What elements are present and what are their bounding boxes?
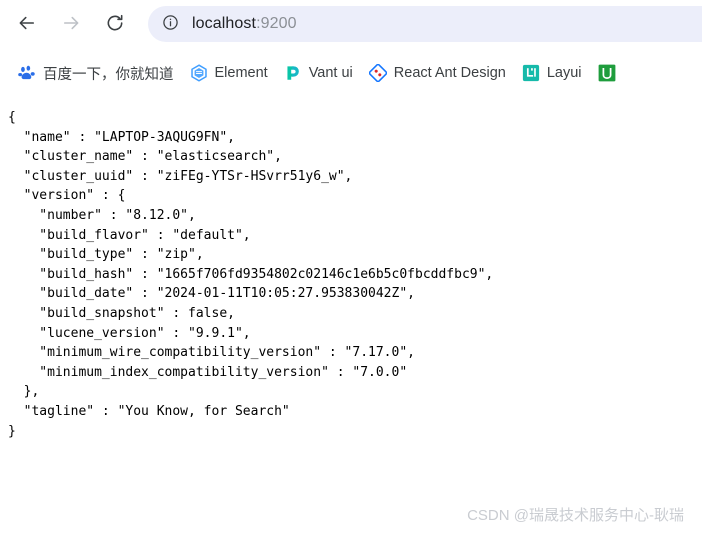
back-button[interactable] [12,8,42,38]
url-host: localhost [192,15,257,32]
bookmark-label: React Ant Design [393,65,506,81]
bookmark-green-site[interactable] [590,58,624,88]
vant-icon [284,64,302,82]
browser-toolbar: localhost:9200 [0,0,702,46]
bookmark-label: Layui [546,65,582,81]
bookmark-element[interactable]: Element [182,58,276,88]
forward-arrow-icon [61,13,81,33]
bookmarks-bar: 百度一下，你就知道 Element Vant ui React Ant Desi… [0,52,702,94]
bookmark-react-ant-design[interactable]: React Ant Design [361,58,514,88]
url-port: :9200 [256,15,297,32]
element-hexagon-icon [190,64,208,82]
back-arrow-icon [17,13,37,33]
green-square-icon [598,64,616,82]
csdn-watermark: CSDN @瑞晟技术服务中心-耿瑞 [467,507,684,524]
layui-square-icon [522,64,540,82]
ant-design-icon [368,64,387,82]
site-info-button[interactable] [156,10,184,38]
bookmark-label: Vant ui [308,65,353,81]
bookmark-label: Element [214,65,268,81]
reload-button[interactable] [100,8,130,38]
url-text[interactable]: localhost:9200 [192,15,297,33]
info-circle-icon [162,14,179,34]
bookmark-label: 百度一下，你就知道 [43,66,174,83]
browser-chrome: localhost:9200 百度一下，你就知道 Element Vant ui… [0,0,702,100]
address-bar[interactable]: localhost:9200 [148,6,702,42]
bookmark-layui[interactable]: Layui [514,58,590,88]
reload-icon [105,13,125,33]
page-content: { "name" : "LAPTOP-3AQUG9FN", "cluster_n… [0,100,702,541]
bookmark-vant-ui[interactable]: Vant ui [276,58,361,88]
forward-button[interactable] [56,8,86,38]
bookmark-baidu[interactable]: 百度一下，你就知道 [10,58,182,88]
baidu-paw-icon [18,64,36,82]
json-response-body: { "name" : "LAPTOP-3AQUG9FN", "cluster_n… [8,110,494,439]
